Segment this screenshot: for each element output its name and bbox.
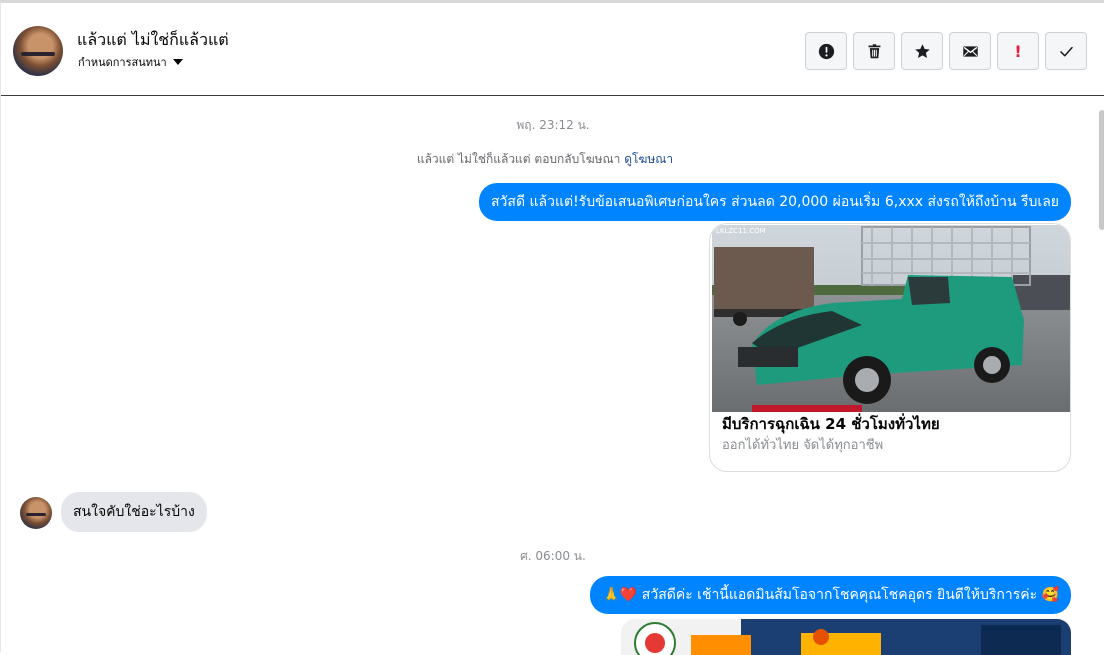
timestamp: ศ. 06:00 น.	[520, 549, 586, 563]
ad-image-watermark: LKLZC11.COM	[716, 227, 766, 235]
message-thread[interactable]: พฤ. 23:12 น. แล้วแต่ ไม่ใช่ก็แล้วแต่ ตอบ…	[1, 96, 1104, 655]
incoming-message[interactable]: สนใจคับใช่อะไรบ้าง	[61, 492, 207, 532]
outgoing-message[interactable]: 🙏❤️ สวัสดีค่ะ เช้านี้แอดมินส้มโอจากโชคคุ…	[590, 576, 1071, 614]
timestamp: พฤ. 23:12 น.	[516, 118, 590, 132]
alert-circle-icon	[818, 43, 834, 59]
view-ad-link[interactable]: ดูโฆษณา	[624, 152, 673, 166]
star-button[interactable]	[901, 32, 943, 70]
assign-label: กำหนดการสนทนา	[78, 56, 167, 69]
caret-down-icon	[172, 59, 183, 65]
ad-title: มีบริการฉุกเฉิน 24 ชั่วโมงทั่วไทย	[722, 415, 940, 433]
ad-preview-card[interactable]: LKLZC11.COM มีบริการฉุกเฉิน 24 ชั่วโมงทั…	[709, 223, 1071, 472]
ad-reply-notice: แล้วแต่ ไม่ใช่ก็แล้วแต่ ตอบกลับโฆษณา ดูโ…	[1, 150, 1089, 169]
follow-up-button[interactable]: !	[997, 32, 1039, 70]
trash-icon	[868, 43, 880, 58]
conversation-header: แล้วแต่ ไม่ใช่ก็แล้วแต่ กำหนดการสนทนา !	[1, 6, 1104, 96]
ad-reply-text: แล้วแต่ ไม่ใช่ก็แล้วแต่ ตอบกลับโฆษณา	[416, 152, 621, 166]
inbox-conversation-view: แล้วแต่ ไม่ใช่ก็แล้วแต่ กำหนดการสนทนา !	[0, 0, 1104, 655]
envelope-icon	[962, 45, 978, 57]
contact-avatar[interactable]	[13, 26, 63, 76]
conversation-name[interactable]: แล้วแต่ ไม่ใช่ก็แล้วแต่	[77, 28, 229, 53]
star-icon	[914, 43, 930, 58]
mark-spam-button[interactable]	[805, 32, 847, 70]
mark-unread-button[interactable]	[949, 32, 991, 70]
exclamation-icon: !	[1014, 41, 1022, 61]
ad-subtitle: ออกได้ทั่วไทย จัดได้ทุกอาชีพ	[722, 438, 884, 453]
delete-button[interactable]	[853, 32, 895, 70]
checkmark-icon	[1059, 46, 1073, 57]
assign-conversation-dropdown[interactable]: กำหนดการสนทนา	[78, 53, 183, 71]
ad-image: LKLZC11.COM	[712, 225, 1070, 412]
outgoing-message[interactable]: สวัสดี แล้วแต่!รับข้อเสนอพิเศษก่อนใคร ส่…	[479, 183, 1071, 221]
sender-avatar[interactable]	[20, 497, 52, 529]
conversation-actions: !	[805, 32, 1087, 70]
mark-done-button[interactable]	[1045, 32, 1087, 70]
outgoing-image[interactable]	[621, 619, 1071, 655]
